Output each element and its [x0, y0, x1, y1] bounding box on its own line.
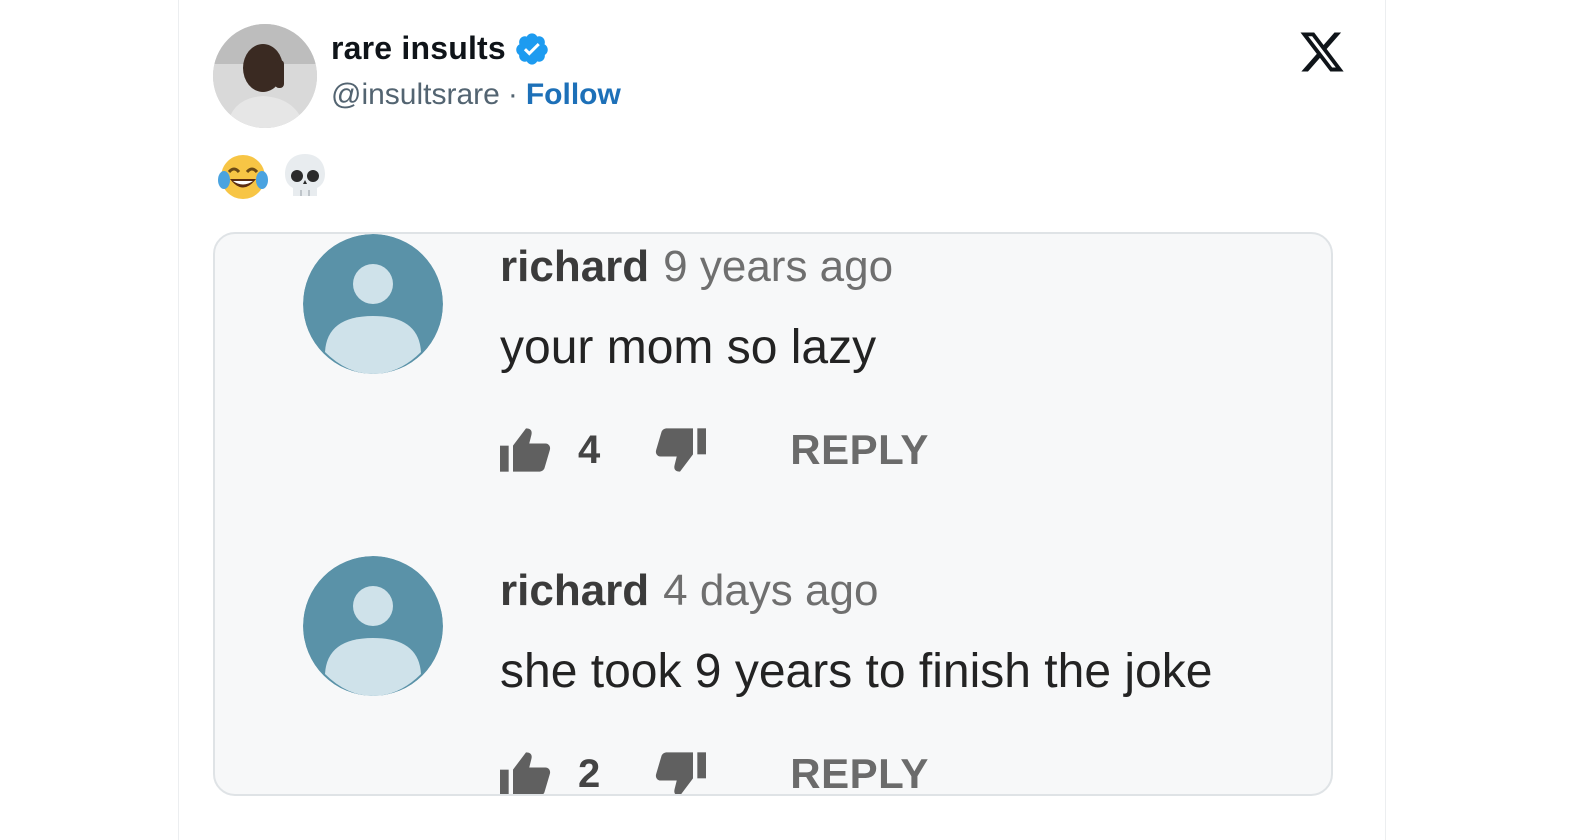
- face-with-tears-of-joy-icon: [218, 155, 268, 199]
- verified-badge-icon: [516, 32, 548, 65]
- comment-text: your mom so lazy: [500, 321, 877, 374]
- like-count: 2: [578, 751, 601, 796]
- comment-avatar[interactable]: [303, 234, 443, 374]
- like-count: 4: [578, 427, 601, 472]
- comment-header: richard 9 years ago: [500, 242, 893, 292]
- reply-button[interactable]: REPLY: [790, 750, 929, 794]
- comment-timestamp[interactable]: 9 years ago: [663, 242, 893, 292]
- thumbs-down-icon[interactable]: [654, 750, 707, 796]
- profile-avatar[interactable]: [213, 24, 317, 128]
- reply-button[interactable]: REPLY: [790, 426, 929, 474]
- separator-dot: ·: [507, 78, 518, 111]
- name-row: rare insults: [331, 30, 550, 67]
- comment-actions: 4 REPLY: [500, 426, 929, 474]
- handle[interactable]: @insultsrare: [331, 78, 500, 112]
- comment-actions: 2 REPLY: [500, 750, 929, 796]
- comment-timestamp[interactable]: 4 days ago: [663, 566, 878, 616]
- comment-text: she took 9 years to finish the joke: [500, 645, 1213, 698]
- skull-icon: [285, 154, 325, 196]
- comment-header: richard 4 days ago: [500, 566, 878, 616]
- post-text: [217, 150, 331, 202]
- quoted-image[interactable]: richard 9 years ago your mom so lazy 4 R…: [213, 232, 1333, 796]
- tweet-card: rare insults @insultsrare · Follow richa…: [178, 0, 1386, 840]
- follow-button[interactable]: Follow: [526, 78, 621, 112]
- comment-avatar[interactable]: [303, 556, 443, 696]
- display-name[interactable]: rare insults: [331, 30, 506, 67]
- comment-username[interactable]: richard: [500, 566, 649, 616]
- x-logo-icon[interactable]: [1297, 28, 1347, 76]
- comment-username[interactable]: richard: [500, 242, 649, 292]
- thumbs-up-icon[interactable]: [500, 426, 552, 474]
- handle-row: @insultsrare · Follow: [331, 78, 621, 112]
- thumbs-up-icon[interactable]: [500, 750, 552, 796]
- thumbs-down-icon[interactable]: [654, 426, 707, 474]
